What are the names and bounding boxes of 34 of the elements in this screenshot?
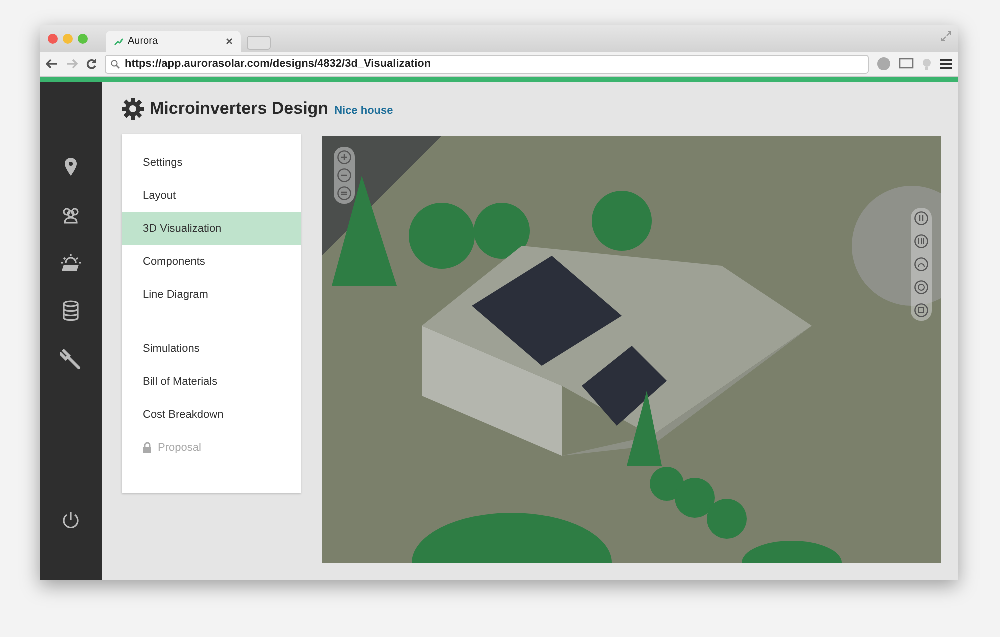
search-icon (111, 60, 120, 68)
power-icon[interactable] (60, 509, 82, 531)
design-title: Microinverters Design (150, 99, 329, 119)
reload-icon[interactable] (86, 58, 97, 70)
lock-icon (143, 442, 152, 453)
close-tab-icon[interactable] (226, 38, 233, 45)
menu-item[interactable]: Bill of Materials (122, 365, 301, 398)
fullscreen-icon[interactable] (941, 31, 952, 42)
menu-item[interactable]: Simulations (122, 332, 301, 365)
pause-icon[interactable] (914, 211, 929, 226)
gear-icon (122, 98, 144, 120)
menu-item[interactable]: Settings (122, 146, 301, 179)
database-icon[interactable] (60, 300, 82, 322)
menu-item[interactable]: Layout (122, 179, 301, 212)
cast-icon[interactable] (899, 58, 914, 70)
zoom-out-icon[interactable] (337, 168, 352, 183)
project-name: Nice house (334, 105, 394, 117)
sun-solar-panel-icon[interactable] (60, 252, 82, 274)
menu-icon[interactable] (940, 58, 952, 70)
3d-house-render[interactable] (322, 136, 941, 563)
menu-item[interactable]: Line Diagram (122, 278, 301, 311)
wrench-icon[interactable] (60, 348, 82, 370)
back-icon[interactable] (46, 59, 58, 69)
zoom-in-icon[interactable] (337, 150, 352, 165)
chart-line-icon (114, 38, 124, 46)
arc-icon[interactable] (914, 257, 929, 272)
address-bar[interactable]: https://app.aurorasolar.com/designs/4832/3d_Visualization (105, 54, 869, 74)
browser-tab[interactable]: Aurora (106, 31, 241, 52)
menu-item[interactable]: 3D Visualization (122, 212, 301, 245)
menu-item[interactable]: Components (122, 245, 301, 278)
close-window-button[interactable] (48, 34, 58, 44)
reset-view-icon[interactable] (337, 186, 352, 201)
menu-item[interactable]: Cost Breakdown (122, 398, 301, 431)
grid-icon[interactable] (914, 234, 929, 249)
